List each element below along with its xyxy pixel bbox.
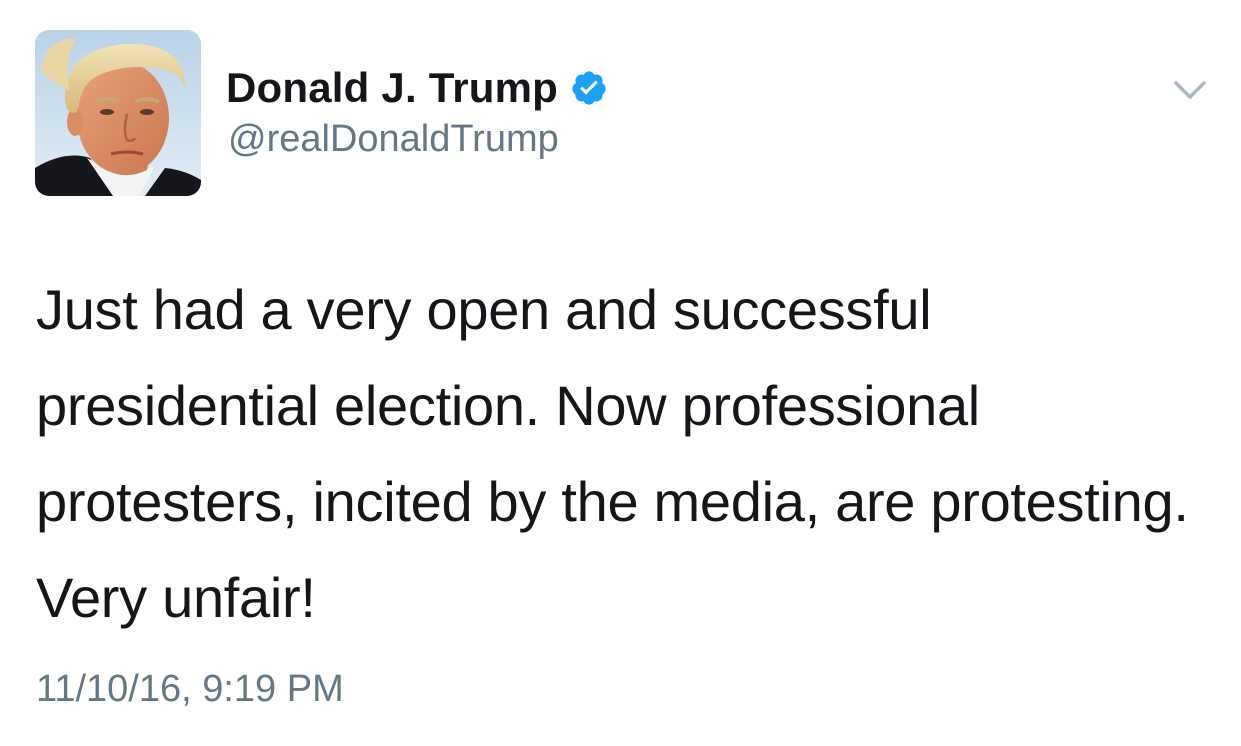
avatar[interactable] — [35, 30, 201, 196]
tweet-menu-button[interactable] — [1168, 70, 1212, 110]
author-handle[interactable]: @realDonaldTrump — [228, 118, 559, 161]
author-name-row: Donald J. Trump — [226, 60, 608, 116]
tweet-text: Just had a very open and successful pres… — [36, 278, 1189, 629]
chevron-down-icon — [1174, 81, 1206, 99]
tweet-timestamp[interactable]: 11/10/16, 9:19 PM — [36, 668, 344, 711]
author-display-name[interactable]: Donald J. Trump — [226, 64, 558, 112]
avatar-image — [35, 30, 201, 196]
verified-badge-icon — [570, 69, 608, 107]
